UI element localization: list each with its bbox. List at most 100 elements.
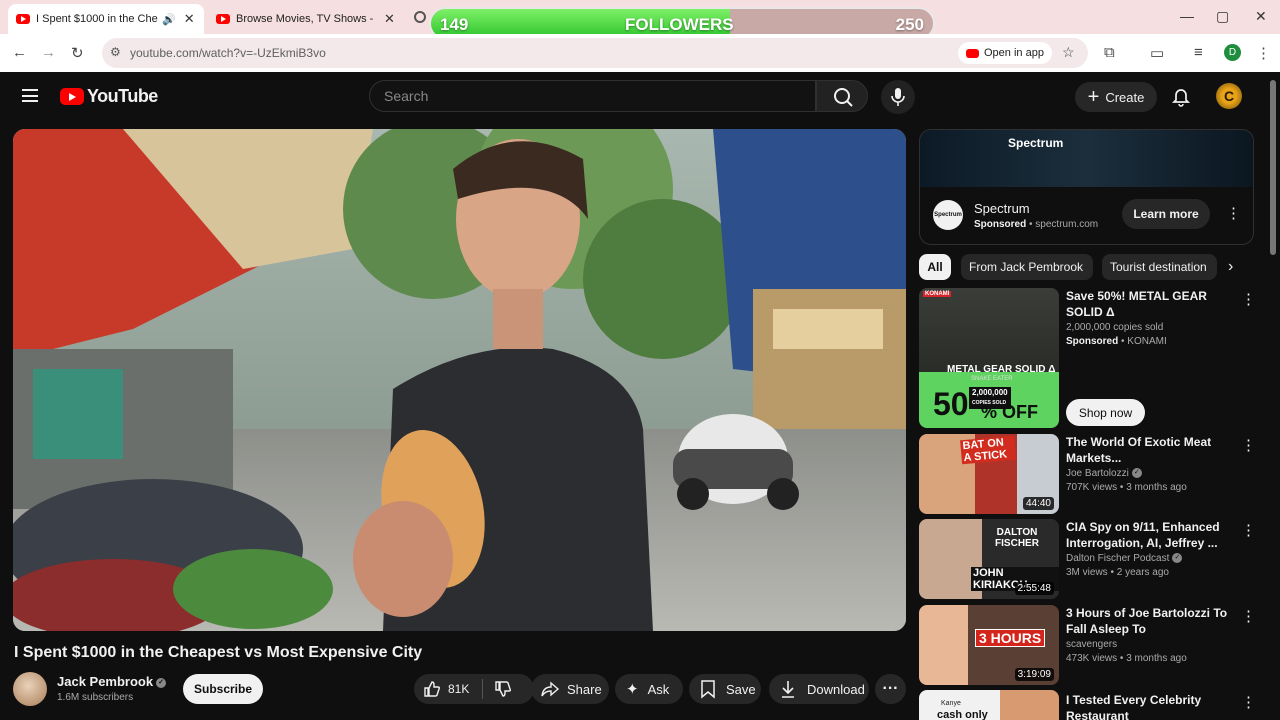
search-box[interactable]	[369, 80, 816, 112]
dislike-button[interactable]	[483, 674, 523, 704]
youtube-logo-icon	[60, 88, 84, 105]
rec-thumbnail[interactable]: Kanye cash only	[919, 690, 1059, 720]
account-avatar[interactable]: C	[1216, 83, 1242, 109]
list-item[interactable]: DALTON FISCHER JOHN KIRIAKOU 2:55:48 CIA…	[919, 519, 1264, 599]
youtube-logo[interactable]: YouTube	[60, 86, 158, 107]
address-bar[interactable]: ⚙ youtube.com/watch?v=-UzEkmiB3vo Open i…	[102, 38, 1088, 68]
list-item[interactable]: Kanye cash only I Tested Every Celebrity…	[919, 690, 1264, 720]
save-label: Save	[726, 681, 756, 697]
reload-icon[interactable]: ↻	[71, 44, 84, 62]
rec-menu-icon[interactable]: ⋮	[1241, 521, 1256, 539]
minimize-icon[interactable]: —	[1180, 8, 1194, 24]
chip-tourist-destination[interactable]: Tourist destination	[1102, 254, 1217, 280]
notifications-bell-icon[interactable]	[1170, 85, 1192, 107]
forward-icon[interactable]: →	[41, 44, 56, 61]
mgs-ad-thumbnail[interactable]: KONAMI METAL GEAR SOLID Δ SNAKE EATER 2,…	[919, 288, 1059, 428]
tab-title: I Spent $1000 in the Cheape	[36, 13, 158, 25]
close-tab-icon[interactable]: ✕	[384, 11, 395, 27]
thumbs-down-icon	[495, 681, 512, 697]
search-input[interactable]	[384, 88, 784, 104]
chrome-menu-icon[interactable]: ⋮	[1256, 44, 1271, 62]
rec-title: CIA Spy on 9/11, Enhanced Interrogation,…	[1066, 520, 1220, 550]
rec-sponsored: Sponsored	[1066, 336, 1119, 347]
rec-meta: 3 Hours of Joe Bartolozzi To Fall Asleep…	[1066, 605, 1236, 664]
rec-channel-row: Dalton Fischer Podcast ✓	[1066, 553, 1236, 564]
list-item[interactable]: 3 HOURS 3:19:09 3 Hours of Joe Bartolozz…	[919, 605, 1264, 685]
rec-channel: Dalton Fischer Podcast	[1066, 553, 1170, 564]
followers-goal: 250	[895, 15, 924, 34]
tab-youtube-video[interactable]: I Spent $1000 in the Cheape 🔊 ✕	[8, 4, 204, 34]
close-window-icon[interactable]: ✕	[1255, 8, 1267, 25]
menu-icon[interactable]	[22, 89, 38, 102]
video-player[interactable]	[13, 129, 906, 631]
ad-banner[interactable]: Spectrum	[920, 130, 1253, 187]
mgs-thumb-sub: SNAKE EATER	[971, 376, 1013, 382]
rec-sponsor-line: Sponsored • KONAMI	[1066, 336, 1167, 347]
back-icon[interactable]: ←	[12, 44, 27, 61]
sparkle-icon: ✦	[626, 681, 639, 698]
mgs-copies: 2,000,000	[972, 388, 1008, 397]
ad-menu-icon[interactable]: ⋮	[1226, 204, 1241, 222]
verified-check-icon: ✓	[1131, 468, 1142, 479]
voice-search-button[interactable]	[881, 80, 915, 114]
bookmark-icon	[701, 680, 715, 699]
rec-menu-icon[interactable]: ⋮	[1241, 607, 1256, 625]
rec-thumb-text: BAT ON A STICK	[960, 435, 1016, 465]
rec-title: The World Of Exotic Meat Markets...	[1066, 435, 1212, 465]
maximize-icon[interactable]: ▢	[1216, 8, 1229, 25]
like-button[interactable]: 81K	[414, 674, 482, 704]
bookmark-star-icon[interactable]: ☆	[1062, 44, 1075, 61]
rec-title: I Tested Every Celebrity Restaurant	[1066, 693, 1202, 720]
rec-channel-row: Joe Bartolozzi ✓	[1066, 468, 1236, 479]
media-controls-icon[interactable]: ≡	[1194, 44, 1203, 61]
ad-banner-text: Spectrum	[1008, 136, 1064, 150]
chips-next-icon[interactable]: ›	[1228, 258, 1233, 276]
open-in-app-button[interactable]: Open in app	[958, 42, 1052, 64]
channel-avatar[interactable]	[13, 672, 47, 706]
search-button[interactable]	[816, 80, 868, 112]
close-tab-icon[interactable]: ✕	[184, 11, 195, 27]
site-info-icon[interactable]: ⚙	[110, 45, 121, 59]
download-button[interactable]: Download	[769, 674, 869, 704]
chrome-favicon-icon[interactable]	[414, 11, 426, 23]
profile-avatar[interactable]: D	[1224, 44, 1241, 61]
speaker-icon[interactable]: 🔊	[162, 13, 176, 26]
cast-icon[interactable]: ▭	[1150, 44, 1164, 62]
followers-current: 149	[440, 15, 469, 34]
rec-menu-icon[interactable]: ⋮	[1241, 290, 1256, 308]
create-label: Create	[1105, 89, 1145, 105]
subscribe-button[interactable]: Subscribe	[183, 674, 263, 704]
shop-now-button[interactable]: Shop now	[1066, 399, 1145, 426]
rec-thumbnail[interactable]: DALTON FISCHER JOHN KIRIAKOU 2:55:48	[919, 519, 1059, 599]
rec-thumb-text: 3 HOURS	[975, 629, 1046, 647]
ad-card[interactable]: Spectrum Spectrum Spectrum Sponsored • s…	[919, 129, 1254, 245]
rec-channel: Joe Bartolozzi	[1066, 468, 1129, 479]
rec-menu-icon[interactable]: ⋮	[1241, 693, 1256, 711]
followers-label: FOLLOWERS	[625, 15, 734, 34]
rec-thumb-text1: DALTON FISCHER	[995, 527, 1039, 549]
microphone-icon	[891, 88, 905, 106]
youtube-logo-text: YouTube	[87, 86, 158, 106]
page-scrollbar[interactable]	[1270, 80, 1276, 255]
learn-more-button[interactable]: Learn more	[1122, 199, 1210, 229]
channel-name-row[interactable]: Jack Pembrook ✓	[57, 674, 167, 689]
share-button[interactable]: Share	[531, 674, 609, 704]
ad-meta: Sponsored • spectrum.com	[974, 219, 1099, 230]
mgs-thumb-title: METAL GEAR SOLID Δ	[947, 364, 1056, 375]
tab-browse-movies[interactable]: Browse Movies, TV Shows - yFli ✕	[208, 4, 404, 34]
rec-thumbnail[interactable]: BAT ON A STICK 44:40	[919, 434, 1059, 514]
chip-all[interactable]: All	[919, 254, 951, 280]
extensions-icon[interactable]: ⧉	[1104, 44, 1115, 61]
chip-from-channel[interactable]: From Jack Pembrook	[961, 254, 1093, 280]
ask-button[interactable]: ✦ Ask	[615, 674, 683, 704]
save-button[interactable]: Save	[689, 674, 761, 704]
rec-meta: Save 50%! METAL GEAR SOLID Δ 2,000,000 c…	[1066, 288, 1236, 347]
video-frame-image	[13, 129, 906, 631]
list-item[interactable]: BAT ON A STICK 44:40 The World Of Exotic…	[919, 434, 1264, 514]
list-item-sponsored-game[interactable]: KONAMI METAL GEAR SOLID Δ SNAKE EATER 2,…	[919, 288, 1264, 428]
more-actions-button[interactable]: ···	[875, 674, 906, 704]
youtube-favicon-icon	[216, 14, 230, 24]
rec-thumbnail[interactable]: 3 HOURS 3:19:09	[919, 605, 1059, 685]
create-button[interactable]: + Create	[1075, 82, 1157, 112]
rec-menu-icon[interactable]: ⋮	[1241, 436, 1256, 454]
